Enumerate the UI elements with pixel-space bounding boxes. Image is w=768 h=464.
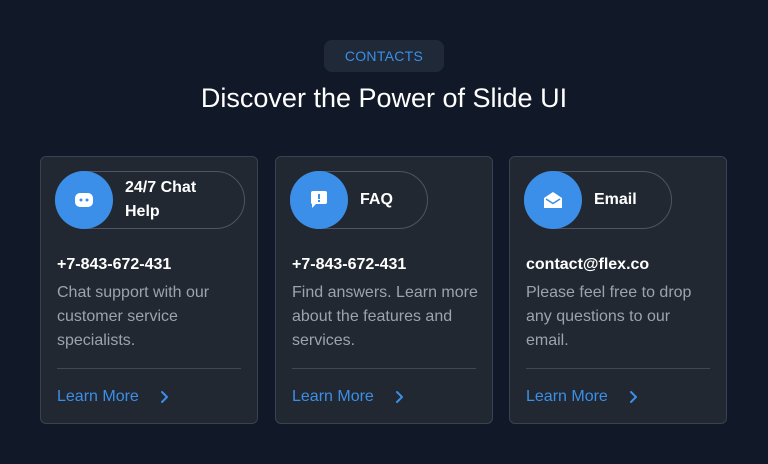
card-description: Chat support with our customer service s… <box>57 284 210 349</box>
card-divider <box>57 368 241 369</box>
card-title: FAQ <box>360 191 393 208</box>
learn-more-link[interactable]: Learn More <box>526 385 638 409</box>
learn-more-label: Learn More <box>526 388 608 405</box>
contact-phone: +7-843-672-431 <box>57 256 172 273</box>
card-divider <box>526 368 710 369</box>
learn-more-label: Learn More <box>292 388 374 405</box>
card-title: Email <box>594 191 637 208</box>
card-pill: FAQ <box>290 171 428 229</box>
page-title: Discover the Power of Slide UI <box>200 83 568 113</box>
chat-bubble-icon <box>55 171 113 229</box>
card-title: 24/7 Chat Help <box>125 179 197 220</box>
chevron-right-icon <box>159 390 169 404</box>
faq-message-icon <box>290 171 348 229</box>
card-pill: 24/7 Chat Help <box>55 171 245 229</box>
learn-more-label: Learn More <box>57 388 139 405</box>
card-description: Find answers. Learn more about the featu… <box>292 284 478 349</box>
contact-card-faq: FAQ +7-843-672-431 Find answers. Learn m… <box>275 156 493 424</box>
card-pill: Email <box>524 171 672 229</box>
contact-phone: +7-843-672-431 <box>292 256 407 273</box>
card-divider <box>292 368 476 369</box>
contact-card-chat: 24/7 Chat Help +7-843-672-431 Chat suppo… <box>40 156 258 424</box>
card-description: Please feel free to drop any questions t… <box>526 284 692 349</box>
contacts-section: CONTACTS Discover the Power of Slide UI … <box>0 0 768 464</box>
contact-email: contact@flex.co <box>526 256 650 273</box>
section-badge: CONTACTS <box>324 40 444 72</box>
contact-card-email: Email contact@flex.co Please feel free t… <box>509 156 727 424</box>
learn-more-link[interactable]: Learn More <box>292 385 404 409</box>
chevron-right-icon <box>394 390 404 404</box>
learn-more-link[interactable]: Learn More <box>57 385 169 409</box>
chevron-right-icon <box>628 390 638 404</box>
envelope-open-icon <box>524 171 582 229</box>
